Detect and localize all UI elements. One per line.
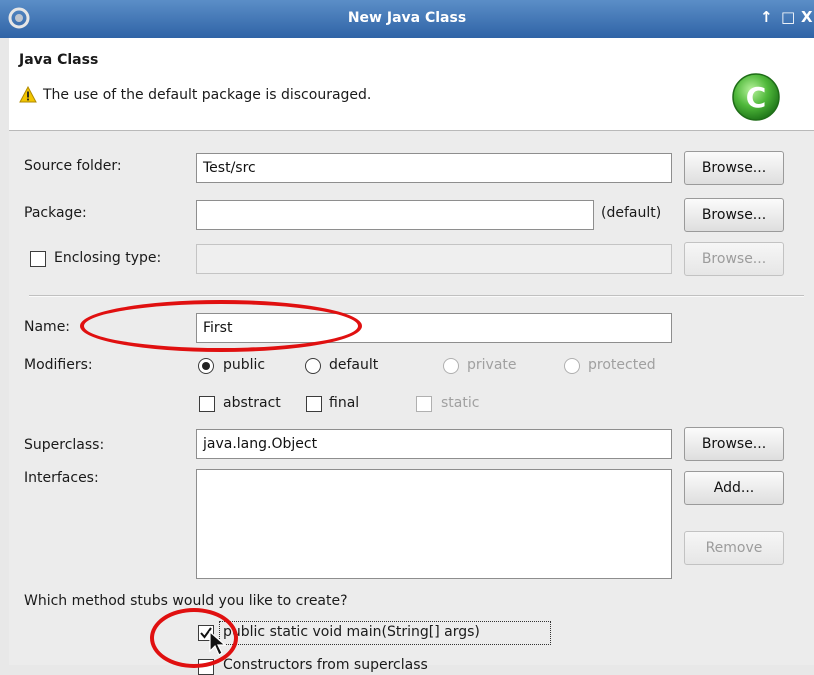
package-browse-button[interactable]: Browse...	[684, 198, 784, 232]
modifier-private-radio[interactable]	[443, 358, 459, 374]
final-label: final	[329, 395, 360, 411]
enclosing-type-checkbox[interactable]	[30, 251, 46, 267]
interfaces-label: Interfaces:	[24, 470, 99, 486]
mouse-pointer-icon	[209, 631, 227, 656]
dialog-header: Java Class The use of the default packag…	[9, 38, 814, 131]
package-label: Package:	[24, 205, 87, 221]
source-folder-browse-button[interactable]: Browse...	[684, 151, 784, 185]
enclosing-type-label: Enclosing type:	[54, 250, 162, 266]
constructors-checkbox[interactable]	[198, 659, 214, 675]
static-label: static	[441, 395, 480, 411]
separator	[29, 295, 804, 297]
package-default-hint: (default)	[601, 205, 662, 221]
logo-letter: C	[746, 81, 767, 114]
final-checkbox[interactable]	[306, 396, 322, 412]
warning-text: The use of the default package is discou…	[43, 86, 372, 103]
window-title: New Java Class	[347, 10, 467, 26]
title-bar[interactable]: New Java Class ↑ □ X	[0, 0, 814, 38]
superclass-browse-button[interactable]: Browse...	[684, 427, 784, 461]
warning-message: The use of the default package is discou…	[19, 86, 371, 103]
superclass-input[interactable]: java.lang.Object	[196, 429, 672, 459]
package-input[interactable]	[196, 200, 594, 230]
source-folder-input[interactable]: Test/src	[196, 153, 672, 183]
static-checkbox[interactable]	[416, 396, 432, 412]
modifier-private-label: private	[467, 357, 517, 373]
main-method-label: public static void main(String[] args)	[223, 624, 480, 640]
modifier-protected-radio[interactable]	[564, 358, 580, 374]
java-class-wizard-icon: C	[732, 73, 780, 121]
method-stubs-question: Which method stubs would you like to cre…	[24, 593, 348, 609]
superclass-label: Superclass:	[24, 437, 105, 453]
name-input[interactable]: First	[196, 313, 672, 343]
constructors-label: Constructors from superclass	[223, 657, 428, 673]
modifier-protected-label: protected	[588, 357, 656, 373]
modifier-default-radio[interactable]	[305, 358, 321, 374]
modifier-public-radio[interactable]	[198, 358, 214, 374]
warning-icon	[19, 86, 37, 103]
modifier-default-label: default	[329, 357, 379, 373]
interfaces-list[interactable]	[196, 469, 672, 579]
maximize-button[interactable]: □	[781, 8, 795, 26]
modifier-public-label: public	[223, 357, 266, 373]
name-label: Name:	[24, 319, 71, 335]
abstract-checkbox[interactable]	[199, 396, 215, 412]
enclosing-type-input[interactable]	[196, 244, 672, 274]
close-button[interactable]: X	[801, 8, 813, 26]
dialog-title: Java Class	[19, 52, 99, 68]
dialog-content: Source folder: Test/src Browse... Packag…	[9, 131, 814, 675]
interfaces-remove-button[interactable]: Remove	[684, 531, 784, 565]
interfaces-add-button[interactable]: Add...	[684, 471, 784, 505]
move-up-button[interactable]: ↑	[760, 8, 773, 26]
modifiers-label: Modifiers:	[24, 357, 93, 373]
abstract-label: abstract	[223, 395, 281, 411]
source-folder-label: Source folder:	[24, 158, 122, 174]
enclosing-type-browse-button[interactable]: Browse...	[684, 242, 784, 276]
